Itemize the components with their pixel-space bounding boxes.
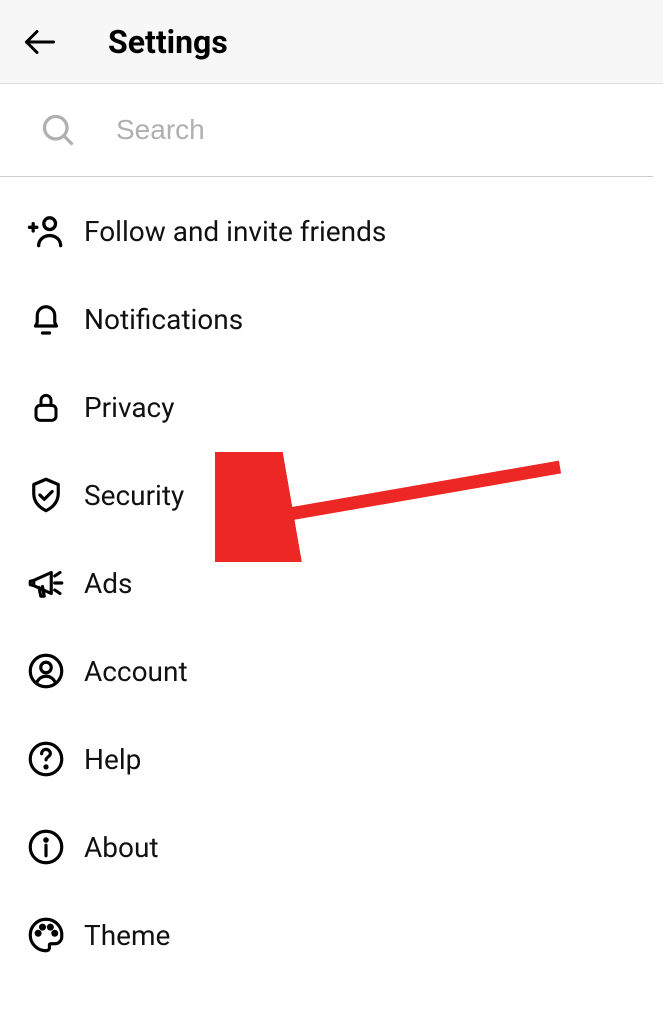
settings-menu: Follow and invite friends Notifications … [0,177,663,979]
menu-item-ads[interactable]: Ads [0,539,663,627]
shield-check-icon [22,471,70,519]
header-bar: Settings [0,0,663,84]
search-input[interactable] [116,114,625,146]
menu-label: Notifications [84,303,243,336]
lock-icon [22,383,70,431]
menu-item-notifications[interactable]: Notifications [0,275,663,363]
arrow-left-icon [22,24,58,60]
megaphone-icon [22,559,70,607]
menu-item-theme[interactable]: Theme [0,891,663,979]
person-circle-icon [22,647,70,695]
menu-item-follow-invite[interactable]: Follow and invite friends [0,187,663,275]
menu-label: Ads [84,567,133,600]
menu-label: Privacy [84,391,174,424]
menu-item-privacy[interactable]: Privacy [0,363,663,451]
menu-label: Security [84,479,184,512]
menu-label: Help [84,743,141,776]
menu-label: About [84,831,159,864]
menu-item-about[interactable]: About [0,803,663,891]
question-circle-icon [22,735,70,783]
info-circle-icon [22,823,70,871]
bell-icon [22,295,70,343]
add-user-icon [22,207,70,255]
menu-label: Account [84,655,188,688]
menu-label: Follow and invite friends [84,215,386,248]
back-button[interactable] [20,22,60,62]
search-row[interactable] [0,84,653,177]
menu-item-account[interactable]: Account [0,627,663,715]
page-title: Settings [108,23,228,61]
menu-item-help[interactable]: Help [0,715,663,803]
menu-item-security[interactable]: Security [0,451,663,539]
search-icon [40,112,76,148]
palette-icon [22,911,70,959]
menu-label: Theme [84,919,170,952]
